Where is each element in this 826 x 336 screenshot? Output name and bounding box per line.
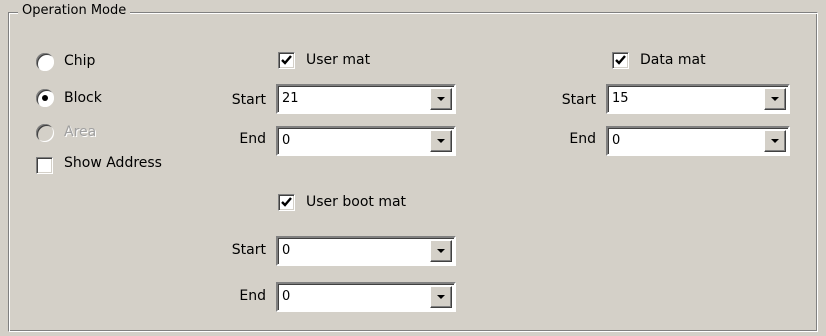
dropdown-button[interactable] [764, 130, 786, 152]
combo-value: 0 [282, 289, 291, 304]
data-mat-label[interactable]: Data mat [640, 50, 706, 70]
area-radio [36, 124, 54, 142]
chip-radio[interactable] [36, 53, 54, 71]
combo-value: 0 [612, 133, 621, 148]
show-address-label[interactable]: Show Address [64, 153, 162, 173]
data-mat-end-combo[interactable]: 0 [606, 126, 790, 156]
combo-value: 15 [612, 91, 629, 106]
user-mat-end-label: End [239, 131, 266, 147]
combo-value: 21 [282, 91, 299, 106]
chevron-down-icon [771, 97, 779, 101]
user-boot-mat-start-combo[interactable]: 0 [276, 236, 456, 266]
user-mat-label[interactable]: User mat [306, 50, 370, 70]
user-boot-mat-end-label: End [239, 288, 266, 304]
dropdown-button[interactable] [430, 88, 452, 110]
radio-selected-dot [42, 95, 48, 101]
dropdown-button[interactable] [430, 240, 452, 262]
user-mat-checkbox[interactable] [278, 52, 295, 69]
show-address-checkbox[interactable] [36, 157, 53, 174]
checkmark-icon [281, 197, 292, 207]
data-mat-start-label: Start [561, 92, 596, 108]
dropdown-button[interactable] [430, 130, 452, 152]
user-mat-start-label: Start [231, 92, 266, 108]
data-mat-checkbox[interactable] [612, 52, 629, 69]
data-mat-start-combo[interactable]: 15 [606, 84, 790, 114]
checkmark-icon [281, 55, 292, 65]
chevron-down-icon [437, 139, 445, 143]
group-title: Operation Mode [18, 2, 131, 20]
dropdown-button[interactable] [430, 286, 452, 308]
chevron-down-icon [437, 295, 445, 299]
user-boot-mat-checkbox[interactable] [278, 194, 295, 211]
combo-value: 0 [282, 243, 291, 258]
chevron-down-icon [437, 249, 445, 253]
data-mat-end-label: End [569, 131, 596, 147]
user-mat-start-combo[interactable]: 21 [276, 84, 456, 114]
checkmark-icon [615, 55, 626, 65]
chevron-down-icon [771, 139, 779, 143]
dropdown-button[interactable] [764, 88, 786, 110]
user-mat-end-combo[interactable]: 0 [276, 126, 456, 156]
user-boot-mat-label[interactable]: User boot mat [306, 192, 406, 212]
block-label[interactable]: Block [64, 88, 102, 108]
chevron-down-icon [437, 97, 445, 101]
user-boot-mat-end-combo[interactable]: 0 [276, 282, 456, 312]
combo-value: 0 [282, 133, 291, 148]
area-label: Area [64, 124, 97, 140]
block-radio[interactable] [36, 89, 54, 107]
user-boot-mat-start-label: Start [231, 242, 266, 258]
chip-label[interactable]: Chip [64, 51, 95, 71]
